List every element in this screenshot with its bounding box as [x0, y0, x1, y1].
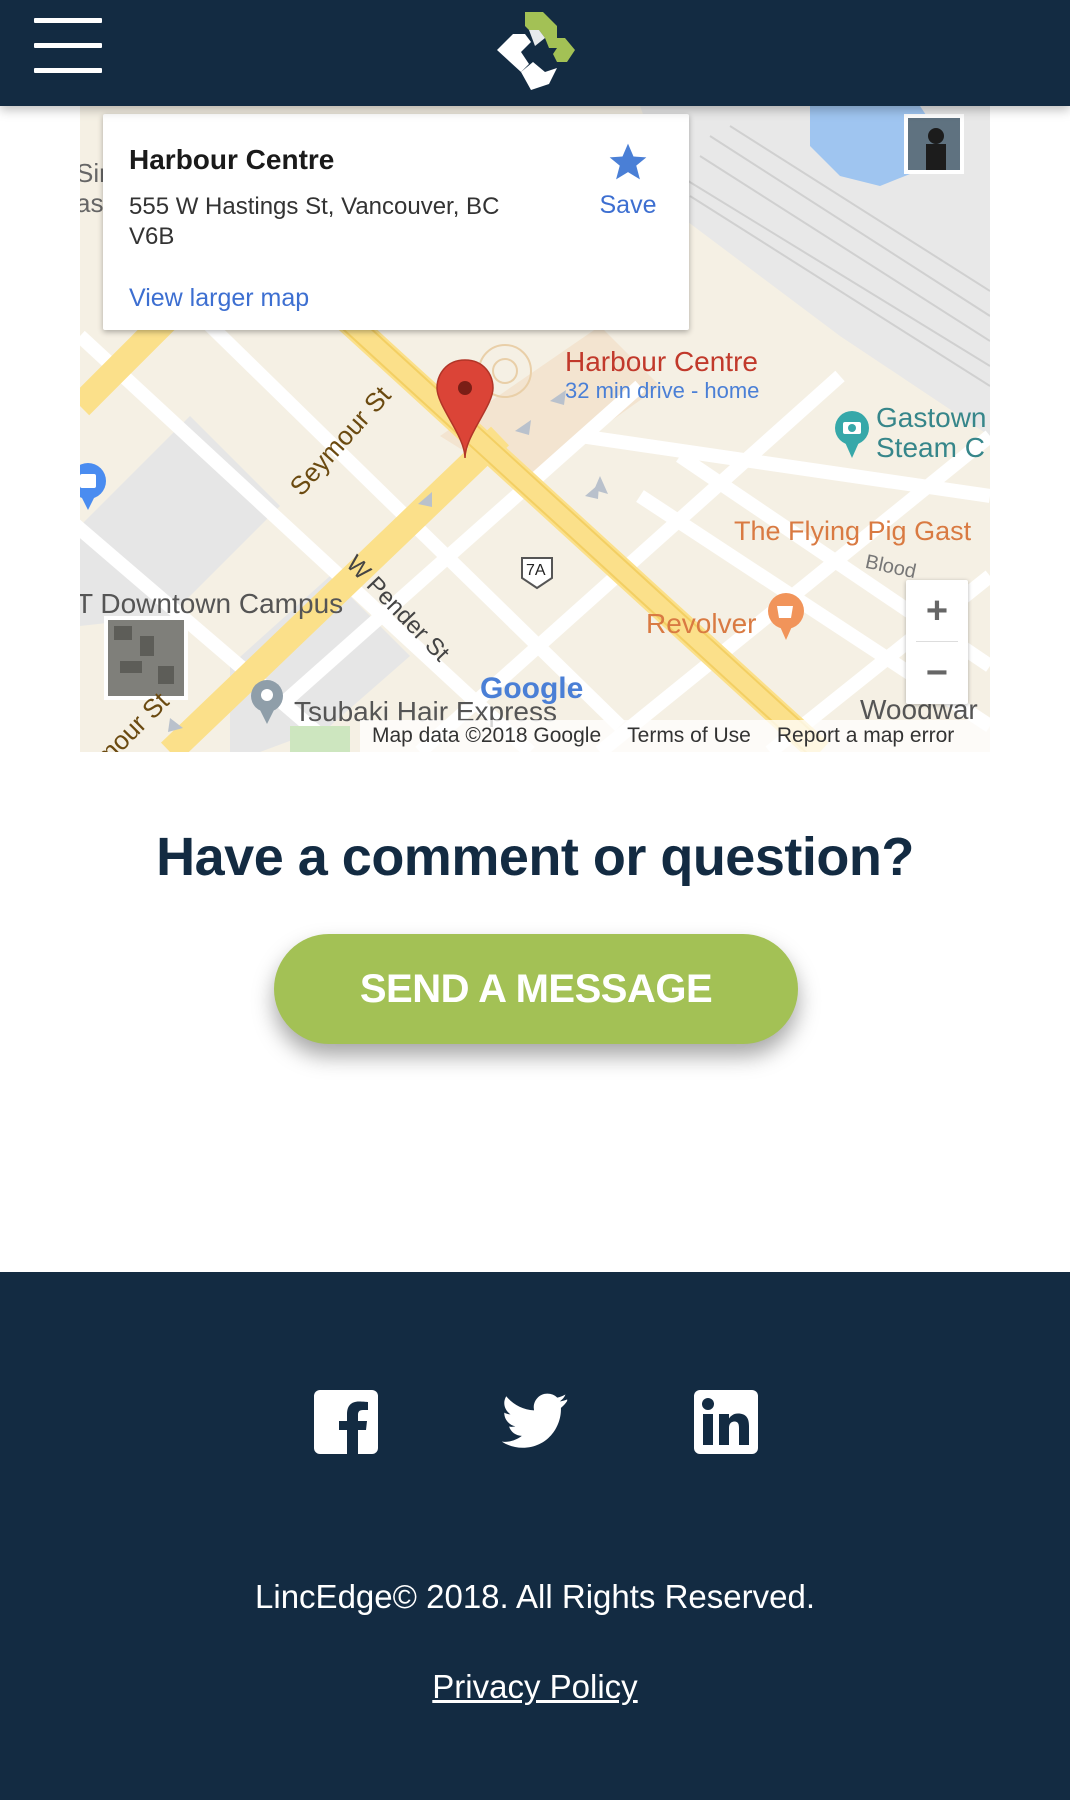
map-label-marker-subtitle: 32 min drive - home: [565, 378, 760, 403]
google-logo: Google: [480, 672, 584, 705]
map-label-gastown: Gastown: [876, 402, 987, 433]
map-label-steam-clock: Steam C: [876, 432, 985, 463]
twitter-icon[interactable]: [501, 1390, 570, 1454]
report-map-error-link[interactable]: Report a map error: [777, 724, 954, 748]
hamburger-menu-icon[interactable]: [34, 18, 102, 74]
embedded-map[interactable]: Sir as Harbour Centre 32 min drive - hom…: [80, 106, 990, 752]
zoom-out-button[interactable]: −: [906, 642, 968, 704]
map-info-card: Harbour Centre 555 W Hastings St, Vancou…: [103, 114, 689, 330]
copyright-text: LincEdge© 2018. All Rights Reserved.: [255, 1578, 815, 1615]
map-attribution: Map data ©2018 Google Terms of Use Repor…: [360, 720, 990, 752]
view-larger-map-link[interactable]: View larger map: [129, 284, 309, 313]
map-label-downtown: T Downtown Campus: [80, 588, 344, 619]
site-footer: LincEdge© 2018. All Rights Reserved. Pri…: [0, 1272, 1070, 1800]
map-label-marker-title: Harbour Centre: [565, 346, 758, 377]
save-place-button[interactable]: Save: [583, 140, 673, 220]
facebook-icon[interactable]: [314, 1390, 378, 1454]
terms-of-use-link[interactable]: Terms of Use: [627, 724, 751, 748]
send-message-button[interactable]: SEND A MESSAGE: [274, 934, 798, 1044]
privacy-policy-link[interactable]: Privacy Policy: [432, 1668, 637, 1705]
linkedin-icon[interactable]: [694, 1390, 758, 1454]
map-label-revolver: Revolver: [646, 608, 757, 639]
map-label-route: 7A: [526, 562, 546, 579]
map-data-text: Map data ©2018 Google: [372, 724, 602, 747]
zoom-controls: + −: [906, 580, 968, 704]
top-header: [0, 0, 1070, 106]
star-icon: [609, 143, 647, 180]
map-label-as: as: [80, 188, 104, 218]
map-label-flying-pig: The Flying Pig Gast: [734, 516, 972, 546]
privacy-policy: Privacy Policy: [0, 1668, 1070, 1706]
place-title: Harbour Centre: [129, 144, 335, 175]
place-address: 555 W Hastings St, Vancouver, BC V6B: [129, 193, 500, 250]
zoom-in-button[interactable]: +: [906, 580, 968, 642]
linc-edge-logo[interactable]: [487, 8, 583, 94]
save-label: Save: [599, 191, 657, 219]
cta-heading: Have a comment or question?: [156, 827, 914, 887]
